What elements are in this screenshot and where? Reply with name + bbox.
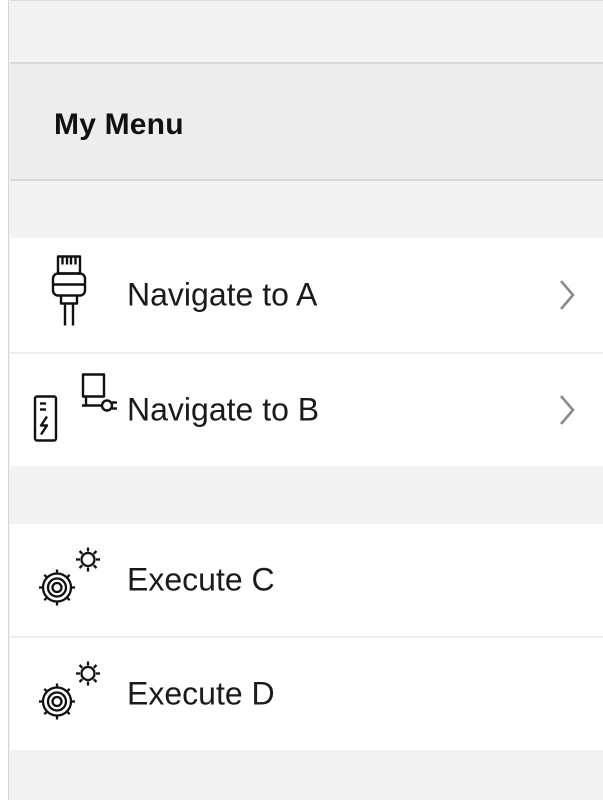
menu-item-navigate-b[interactable]: Navigate to B xyxy=(10,354,603,466)
menu-header: My Menu xyxy=(10,62,603,181)
menu-item-label: Navigate to A xyxy=(127,276,318,313)
ethernet-plug-icon xyxy=(50,254,88,337)
menu-title: My Menu xyxy=(54,108,184,141)
menu-item-label: Execute D xyxy=(127,675,275,712)
menu-item-label: Navigate to B xyxy=(127,391,320,428)
menu-item-execute-c[interactable]: Execute C xyxy=(10,524,603,638)
top-spacer xyxy=(10,0,603,62)
menu-item-label: Execute C xyxy=(127,561,275,598)
gears-icon xyxy=(33,658,109,731)
menu-item-navigate-a[interactable]: Navigate to A xyxy=(10,238,603,354)
menu-item-execute-d[interactable]: Execute D xyxy=(10,638,603,750)
gears-icon xyxy=(33,544,109,617)
network-device-icon xyxy=(30,373,122,448)
chevron-right-icon xyxy=(558,277,576,313)
window-left-edge xyxy=(0,0,9,800)
chevron-right-icon xyxy=(558,392,576,428)
